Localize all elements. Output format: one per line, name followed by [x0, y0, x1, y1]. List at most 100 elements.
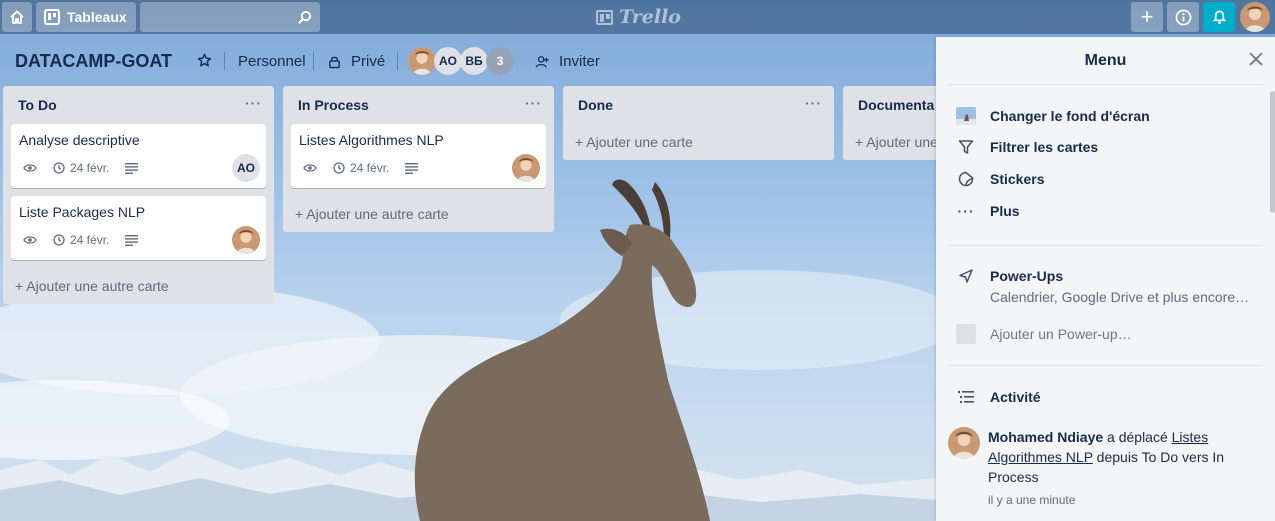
sticker-icon [956, 171, 976, 187]
visibility-label: Privé [351, 53, 386, 70]
add-card-button[interactable]: + Ajouter une autre carte [283, 196, 554, 232]
home-button[interactable] [2, 2, 32, 32]
member-count-badge[interactable]: 3 [486, 47, 514, 75]
card-badges: 24 févr. [303, 161, 419, 175]
rocket-icon [956, 268, 976, 284]
background-thumbnail-icon [956, 107, 976, 125]
change-background-item[interactable]: Changer le fond d'écran [956, 107, 1150, 125]
description-icon [125, 234, 139, 246]
member-avatar-photo[interactable] [408, 47, 436, 75]
activity-verb: a déplacé [1103, 429, 1172, 445]
member-avatar[interactable]: AO [434, 47, 462, 75]
user-avatar[interactable] [1240, 2, 1270, 32]
power-ups-title: Power-Ups [990, 268, 1064, 284]
clock-icon [53, 162, 65, 174]
stickers-item[interactable]: Stickers [956, 171, 1044, 187]
menu-divider [948, 245, 1263, 246]
card-badges: 24 févr. [23, 233, 139, 247]
info-icon [1175, 9, 1191, 25]
close-icon[interactable] [1249, 52, 1263, 71]
create-button[interactable]: + [1131, 2, 1163, 32]
card-badges: 24 févr. [23, 161, 139, 175]
list-menu-icon[interactable]: ··· [245, 95, 262, 111]
activity-time[interactable]: il y a une minute [988, 490, 1253, 510]
more-item[interactable]: ··· Plus [956, 203, 1020, 219]
activity-avatar[interactable] [948, 427, 980, 459]
board-title[interactable]: DATACAMP-GOAT [15, 51, 172, 72]
trello-logo[interactable]: Trello [596, 6, 681, 28]
boards-label: Tableaux [67, 9, 127, 25]
list-header[interactable]: To Do ··· [3, 86, 274, 124]
power-ups-item[interactable]: Power-Ups [956, 268, 1063, 284]
visibility-button[interactable]: Privé [328, 53, 385, 70]
menu-title: Menu [1084, 51, 1127, 69]
card-title: Liste Packages NLP [19, 204, 146, 220]
search-input[interactable] [140, 2, 320, 32]
top-navigation-bar: Tableaux Trello + [0, 0, 1275, 34]
card-member-avatar[interactable] [232, 226, 260, 254]
add-card-button[interactable]: + Ajouter une autre carte [3, 268, 274, 304]
card[interactable]: Analyse descriptive 24 févr. AO [11, 124, 266, 188]
member-avatar[interactable]: BБ [460, 47, 488, 75]
activity-header[interactable]: Activité [956, 389, 1041, 405]
avatar-image [512, 154, 540, 182]
watch-icon [23, 163, 37, 173]
list-title[interactable]: In Process [298, 97, 369, 113]
description-icon [405, 162, 419, 174]
add-power-up-label: Ajouter un Power-up… [990, 326, 1132, 342]
activity-icon [956, 390, 976, 404]
due-date: 24 févr. [70, 161, 110, 175]
team-button[interactable]: Personnel [238, 53, 306, 70]
menu-item-label: Stickers [990, 171, 1045, 187]
notifications-button[interactable] [1203, 2, 1235, 32]
menu-scrollbar[interactable] [1270, 91, 1275, 213]
list-menu-icon[interactable]: ··· [805, 95, 822, 111]
card[interactable]: Listes Algorithmes NLP 24 févr. [291, 124, 546, 188]
invite-button[interactable]: Inviter [535, 53, 600, 70]
card-member-avatar[interactable]: AO [232, 154, 260, 182]
list-header[interactable]: In Process ··· [283, 86, 554, 124]
activity-text: Mohamed Ndiaye a déplacé Listes Algorith… [988, 427, 1253, 510]
search-icon [298, 10, 312, 24]
menu-item-label: Plus [990, 203, 1020, 219]
list-done: Done ··· + Ajouter une carte [563, 86, 834, 160]
menu-item-label: Filtrer les cartes [990, 139, 1099, 155]
filter-cards-item[interactable]: Filtrer les cartes [956, 139, 1098, 155]
list-menu-icon[interactable]: ··· [525, 95, 542, 111]
avatar-image [408, 47, 436, 75]
power-up-placeholder-icon [956, 324, 976, 344]
watch-icon [23, 235, 37, 245]
clock-icon [333, 162, 345, 174]
activity-user[interactable]: Mohamed Ndiaye [988, 429, 1103, 445]
activity-entry: Mohamed Ndiaye a déplacé Listes Algorith… [948, 427, 1253, 510]
due-date-badge: 24 févr. [53, 233, 109, 247]
lock-icon [329, 56, 340, 68]
boards-button[interactable]: Tableaux [36, 2, 136, 32]
clock-icon [53, 234, 65, 246]
card[interactable]: Liste Packages NLP 24 févr. [11, 196, 266, 260]
list-header[interactable]: Done ··· [563, 86, 834, 124]
due-date: 24 févr. [70, 233, 110, 247]
list-title[interactable]: To Do [18, 97, 57, 113]
add-member-icon [535, 55, 549, 68]
add-power-up-button[interactable]: Ajouter un Power-up… [956, 324, 1132, 344]
add-card-button[interactable]: + Ajouter une carte [563, 124, 834, 160]
bell-icon [1212, 10, 1226, 25]
star-button[interactable] [197, 53, 212, 71]
trello-logo-icon [596, 9, 613, 25]
header-divider [313, 52, 314, 70]
list-title[interactable]: Documenta [858, 97, 934, 113]
info-button[interactable] [1167, 2, 1199, 32]
due-date: 24 févr. [350, 161, 390, 175]
header-divider [397, 52, 398, 70]
description-icon [125, 162, 139, 174]
due-date-badge: 24 févr. [53, 161, 109, 175]
card-member-avatar[interactable] [512, 154, 540, 182]
star-icon [197, 53, 212, 67]
power-ups-subtitle[interactable]: Calendrier, Google Drive et plus encore… [990, 289, 1252, 305]
list-title[interactable]: Done [578, 97, 613, 113]
card-title: Analyse descriptive [19, 132, 140, 148]
menu-header: Menu [948, 37, 1263, 85]
more-icon: ··· [957, 203, 975, 219]
menu-item-label: Changer le fond d'écran [990, 108, 1150, 124]
